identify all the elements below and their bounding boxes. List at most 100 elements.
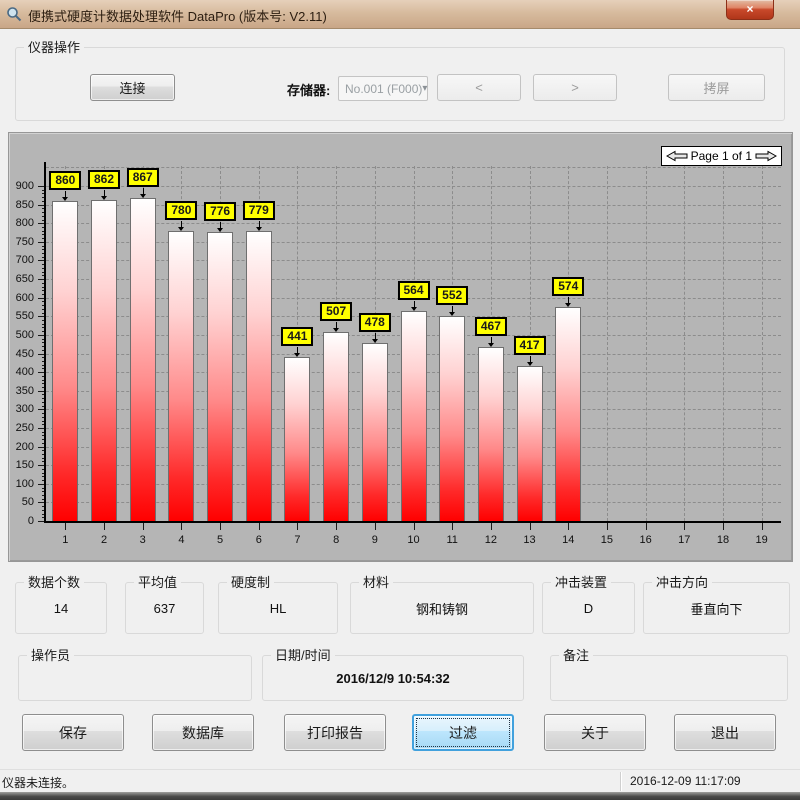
window: 便携式硬度计数据处理软件 DataPro (版本号: V2.11) × 仪器操作… (0, 0, 800, 800)
field-impact-device: 冲击装置 D (542, 582, 635, 634)
bar[interactable] (478, 347, 504, 521)
x-tick-label: 8 (324, 534, 348, 546)
field-hardness-scale: 硬度制 HL (218, 582, 338, 634)
v-gridline (607, 166, 608, 521)
bar[interactable] (517, 366, 543, 521)
bar-value-label: 507 (320, 302, 352, 321)
x-tick-label: 1 (53, 534, 77, 546)
bar[interactable] (362, 343, 388, 521)
status-divider (620, 772, 621, 791)
label-arrow-head (527, 362, 533, 366)
bar-value-label: 552 (436, 286, 468, 305)
x-tick-label: 4 (169, 534, 193, 546)
y-tick-label: 700 (9, 254, 34, 266)
save-button[interactable]: 保存 (22, 714, 124, 751)
bar[interactable] (246, 231, 272, 521)
bar[interactable] (52, 201, 78, 521)
x-tick (568, 523, 569, 530)
x-tick (452, 523, 453, 530)
bar[interactable] (323, 332, 349, 521)
print-report-button[interactable]: 打印报告 (284, 714, 386, 751)
x-tick-label: 6 (247, 534, 271, 546)
y-tick-label: 350 (9, 385, 34, 397)
bar-value-label: 574 (552, 277, 584, 296)
app-magnifier-icon (6, 6, 22, 22)
about-button[interactable]: 关于 (544, 714, 646, 751)
exit-button[interactable]: 退出 (674, 714, 776, 751)
bar-value-label: 776 (204, 202, 236, 221)
x-tick-label: 2 (92, 534, 116, 546)
bar[interactable] (130, 198, 156, 521)
label-arrow-head (178, 227, 184, 231)
field-remarks: 备注 (550, 655, 788, 701)
x-tick (104, 523, 105, 530)
x-tick-label: 7 (285, 534, 309, 546)
y-tick-label: 500 (9, 329, 34, 341)
label-arrow-head (449, 312, 455, 316)
x-tick-label: 5 (208, 534, 232, 546)
memory-select[interactable]: No.001 (F000) ▾ (338, 76, 428, 101)
label-arrow-head (565, 303, 571, 307)
bar[interactable] (555, 307, 581, 521)
x-tick (336, 523, 337, 530)
y-tick-label: 800 (9, 217, 34, 229)
bar[interactable] (439, 316, 465, 521)
y-tick-label: 550 (9, 310, 34, 322)
title-bar: 便携式硬度计数据处理软件 DataPro (版本号: V2.11) × (0, 0, 800, 29)
operator-input[interactable] (19, 656, 251, 700)
remarks-input[interactable] (551, 656, 787, 700)
v-gridline (723, 166, 724, 521)
field-material: 材料 钢和铸钢 (350, 582, 534, 634)
x-tick-label: 18 (711, 534, 735, 546)
prev-memory-button[interactable]: < (437, 74, 521, 101)
database-button[interactable]: 数据库 (152, 714, 254, 751)
x-tick-label: 16 (634, 534, 658, 546)
window-title: 便携式硬度计数据处理软件 DataPro (版本号: V2.11) (28, 6, 327, 25)
y-tick-label: 900 (9, 180, 34, 192)
chart-panel: 0501001502002503003504004505005506006507… (8, 132, 793, 562)
bar-value-label: 478 (359, 313, 391, 332)
y-tick-label: 400 (9, 366, 34, 378)
connect-button[interactable]: 连接 (90, 74, 175, 101)
page-navigator: Page 1 of 1 (661, 146, 782, 166)
instrument-group-label: 仪器操作 (24, 39, 84, 56)
page-prev-icon[interactable] (666, 150, 688, 162)
copy-screen-button[interactable]: 拷屏 (668, 74, 765, 101)
label-arrow-head (217, 228, 223, 232)
close-button[interactable]: × (726, 0, 774, 20)
x-tick (297, 523, 298, 530)
x-tick-label: 12 (479, 534, 503, 546)
y-tick-label: 0 (9, 515, 34, 527)
y-axis-line (44, 162, 46, 523)
page-next-icon[interactable] (755, 150, 777, 162)
field-material-value: 钢和铸钢 (351, 583, 533, 633)
memory-select-value: No.001 (F000) (339, 82, 422, 96)
bar-value-label: 780 (165, 201, 197, 220)
bar[interactable] (207, 232, 233, 521)
bar[interactable] (91, 200, 117, 521)
filter-button[interactable]: 过滤 (412, 714, 514, 751)
x-tick (491, 523, 492, 530)
bar[interactable] (401, 311, 427, 521)
x-tick (143, 523, 144, 530)
x-axis-line (44, 521, 781, 523)
x-tick-label: 17 (672, 534, 696, 546)
bar-value-label: 779 (243, 201, 275, 220)
x-tick-label: 10 (402, 534, 426, 546)
bar-value-label: 860 (49, 171, 81, 190)
field-datetime: 日期/时间 2016/12/9 10:54:32 (262, 655, 524, 701)
y-tick-label: 250 (9, 422, 34, 434)
bar[interactable] (284, 357, 310, 521)
v-gridline (646, 166, 647, 521)
next-memory-button[interactable]: > (533, 74, 617, 101)
y-tick-label: 850 (9, 199, 34, 211)
x-tick (65, 523, 66, 530)
x-tick (530, 523, 531, 530)
label-arrow-head (256, 227, 262, 231)
x-tick (762, 523, 763, 530)
bar[interactable] (168, 231, 194, 521)
bar-chart: 0501001502002503003504004505005506006507… (9, 133, 792, 561)
window-bottom-edge (0, 792, 800, 800)
page-indicator: Page 1 of 1 (691, 149, 752, 163)
label-arrow-head (294, 353, 300, 357)
